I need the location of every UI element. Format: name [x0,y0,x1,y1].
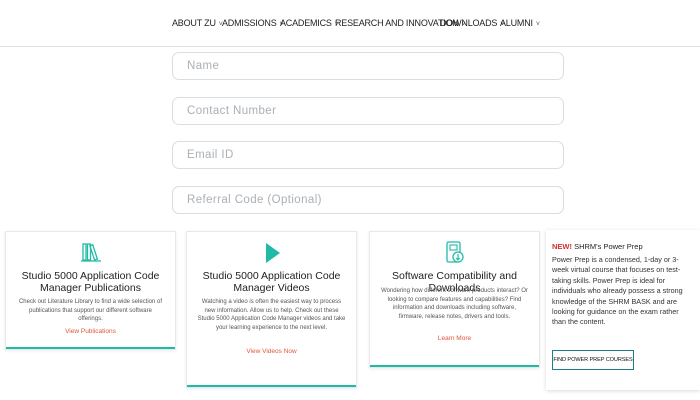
software-card: Software Compatibility and Downloads Won… [369,231,540,368]
card-accent-bar [187,385,356,387]
view-publications-link[interactable]: View Publications [6,328,175,335]
nav-item-downloads[interactable]: DOWNLOADS ˅ [440,18,504,28]
nav-item-alumni[interactable]: ALUMNI ˅ [500,18,540,28]
contact-field-wrapper [172,97,564,125]
card-title: Studio 5000 Application Code Manager Pub… [21,270,160,294]
card-text: Wondering how different software product… [381,288,528,320]
find-power-prep-button[interactable]: FIND POWER PREP COURSES [552,350,634,370]
learn-more-link[interactable]: Learn More [370,335,539,342]
referral-field-wrapper [172,186,564,214]
promo-title: NEW! SHRM's Power Prep [552,242,643,251]
publications-card: Studio 5000 Application Code Manager Pub… [5,231,176,350]
videos-card: Studio 5000 Application Code Manager Vid… [186,231,357,388]
nav-item-about[interactable]: ABOUT ZU ˅ [172,18,223,28]
download-icon [445,241,465,270]
card-text: Watching a video is often the easiest wa… [197,299,346,331]
name-field[interactable] [173,53,563,79]
referral-code-field[interactable] [173,187,563,213]
card-accent-bar [370,365,539,367]
nav-item-label: ABOUT ZU [172,18,216,28]
promo-text: Power Prep is a condensed, 1-day or 3-we… [552,255,683,327]
view-videos-link[interactable]: View Videos Now [187,348,356,355]
card-title: Studio 5000 Application Code Manager Vid… [202,270,341,294]
nav-item-admissions[interactable]: ADMISSIONS ˅ [222,18,284,28]
card-accent-bar [6,347,175,349]
nav-item-academics[interactable]: ACADEMICS ˅ [280,18,339,28]
new-badge: NEW! [552,242,572,251]
nav-item-label: ALUMNI [500,18,533,28]
chevron-down-icon: ˅ [535,21,540,28]
contact-number-field[interactable] [173,98,563,124]
play-icon [262,242,282,269]
nav-item-label: ADMISSIONS [222,18,277,28]
promo-title-text: SHRM's Power Prep [574,242,643,251]
name-field-wrapper [172,52,564,80]
card-text: Check out Literature Library to find a w… [18,299,163,322]
nav-item-label: ACADEMICS [280,18,332,28]
email-field[interactable] [173,142,563,168]
top-nav: ABOUT ZU ˅ ADMISSIONS ˅ ACADEMICS ˅ RESEARC… [0,0,700,47]
books-icon [80,242,101,267]
nav-item-label: DOWNLOADS [440,18,498,28]
email-field-wrapper [172,141,564,169]
